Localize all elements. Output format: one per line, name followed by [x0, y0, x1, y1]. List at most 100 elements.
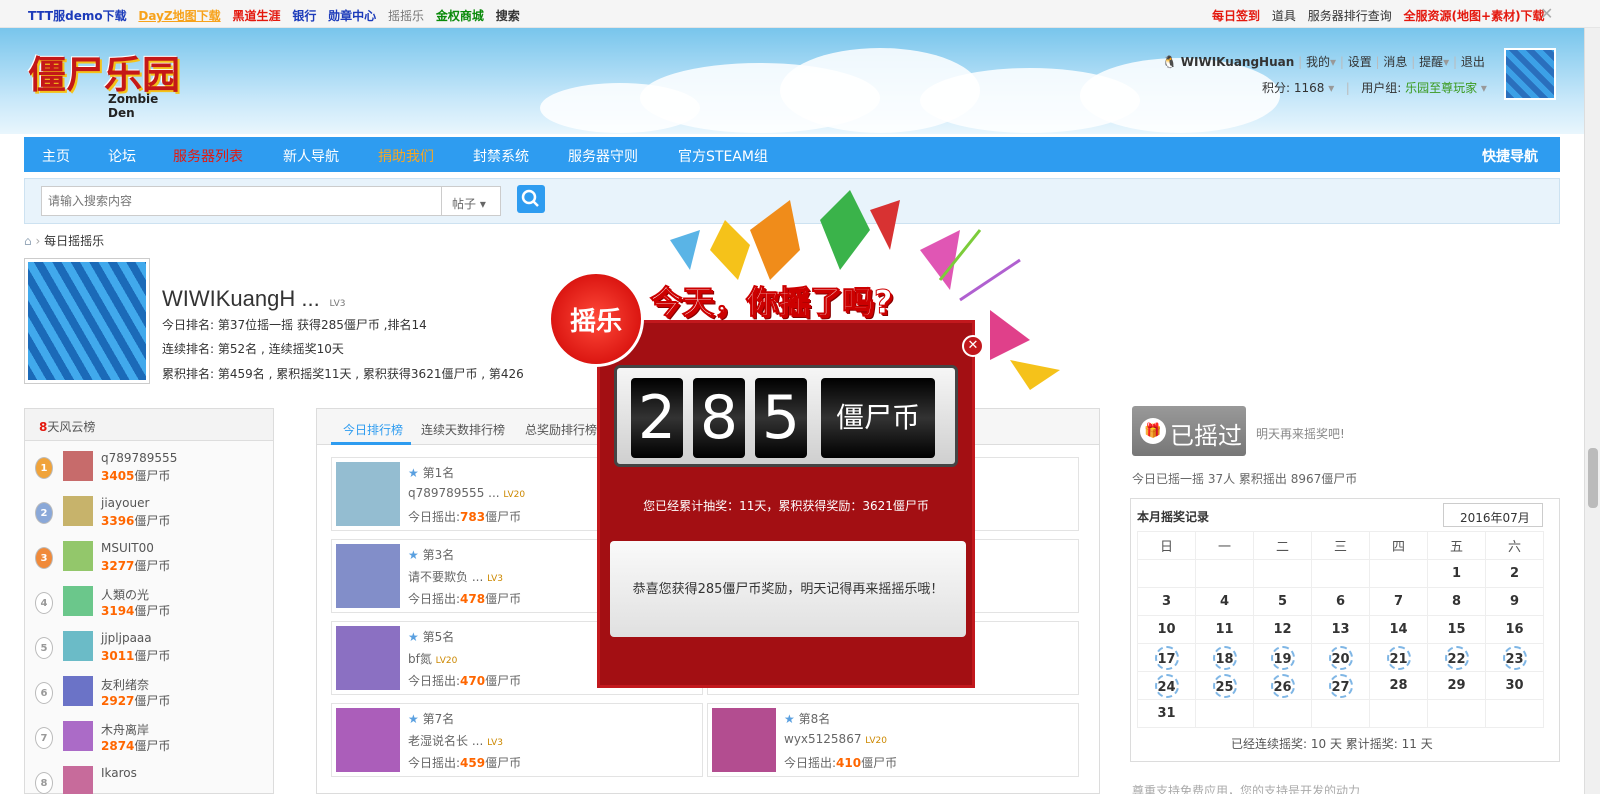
nav-home[interactable]: 主页 — [42, 146, 70, 166]
avatar[interactable] — [63, 631, 93, 661]
rank-card[interactable]: ★ 第8名 wyx5125867 LV20 今日摇出:410僵尸币 — [707, 703, 1079, 777]
card-avatar[interactable] — [712, 708, 776, 772]
link-resources[interactable]: 全服资源(地图+素材)下载 — [1404, 9, 1545, 23]
calendar-day[interactable]: 12 — [1253, 615, 1312, 644]
link-reminders[interactable]: 提醒 — [1419, 55, 1443, 69]
link-my[interactable]: 我的 — [1306, 55, 1330, 69]
scrollbar[interactable] — [1584, 28, 1600, 794]
nav-ban[interactable]: 封禁系统 — [473, 146, 529, 166]
site-logo[interactable]: 僵尸乐园 Zombie Den — [28, 44, 188, 124]
avatar[interactable] — [63, 721, 93, 751]
rank-card[interactable]: ★ 第7名 老湿说名长 ... LV3 今日摇出:459僵尸币 — [331, 703, 703, 777]
leaderboard-item[interactable]: 8 Ikaros — [35, 764, 265, 794]
leaderboard-name[interactable]: jiayouer — [101, 496, 149, 510]
calendar-day[interactable]: 1 — [1427, 559, 1486, 588]
leaderboard-name[interactable]: Ikaros — [101, 766, 137, 780]
calendar-day[interactable]: 3 — [1137, 587, 1196, 616]
scrollbar-thumb[interactable] — [1588, 448, 1598, 508]
close-icon[interactable]: ✕ — [1540, 4, 1553, 23]
calendar-day[interactable]: 20 — [1311, 643, 1370, 672]
link-logout[interactable]: 退出 — [1461, 55, 1485, 69]
leaderboard-name[interactable]: 木舟离岸 — [101, 721, 149, 738]
nav-rules[interactable]: 服务器守则 — [568, 146, 638, 166]
link-settings[interactable]: 设置 — [1348, 55, 1372, 69]
search-type-select[interactable]: 帖子 ▾ — [441, 186, 501, 216]
tab-continuous[interactable]: 连续天数排行榜 — [421, 421, 505, 438]
card-name[interactable]: bf氮 — [408, 652, 432, 666]
calendar-month[interactable]: 2016年07月 — [1443, 503, 1543, 527]
leaderboard-item[interactable]: 2 jiayouer 3396僵尸币 — [35, 494, 265, 534]
calendar-day[interactable]: 10 — [1137, 615, 1196, 644]
card-avatar[interactable] — [336, 626, 400, 690]
card-name[interactable]: 老湿说名长 ... — [408, 734, 483, 748]
calendar-day[interactable]: 14 — [1369, 615, 1428, 644]
calendar-day[interactable]: 8 — [1427, 587, 1486, 616]
card-name[interactable]: 请不要欺负 ... — [408, 570, 483, 584]
nav-quick[interactable]: 快捷导航 — [1482, 146, 1538, 166]
calendar-day[interactable]: 29 — [1427, 671, 1486, 700]
avatar[interactable] — [63, 451, 93, 481]
nav-steam[interactable]: 官方STEAM组 — [678, 146, 768, 166]
leaderboard-item[interactable]: 5 jjpljpaaa 3011僵尸币 — [35, 629, 265, 669]
calendar-day[interactable]: 9 — [1485, 587, 1544, 616]
leaderboard-item[interactable]: 3 MSUIT00 3277僵尸币 — [35, 539, 265, 579]
profile-avatar[interactable] — [24, 258, 150, 384]
link-dayz[interactable]: DayZ地图下载 — [138, 9, 220, 23]
avatar[interactable] — [63, 676, 93, 706]
calendar-day[interactable]: 23 — [1485, 643, 1544, 672]
card-name[interactable]: wyx5125867 — [784, 732, 861, 746]
user-group[interactable]: 乐园至尊玩家 — [1405, 81, 1477, 95]
calendar-day[interactable]: 13 — [1311, 615, 1370, 644]
avatar[interactable] — [63, 496, 93, 526]
avatar[interactable] — [63, 766, 93, 794]
calendar-day[interactable]: 16 — [1485, 615, 1544, 644]
calendar-day[interactable]: 24 — [1137, 671, 1196, 700]
leaderboard-item[interactable]: 1 q789789555 3405僵尸币 — [35, 449, 265, 489]
close-dialog-icon[interactable]: ✕ — [962, 335, 984, 357]
leaderboard-item[interactable]: 7 木舟离岸 2874僵尸币 — [35, 719, 265, 759]
card-avatar[interactable] — [336, 462, 400, 526]
link-bank[interactable]: 银行 — [292, 9, 316, 23]
calendar-day[interactable]: 31 — [1137, 699, 1196, 728]
calendar-day[interactable]: 25 — [1195, 671, 1254, 700]
nav-donate[interactable]: 捐助我们 — [378, 146, 434, 166]
calendar-day[interactable]: 30 — [1485, 671, 1544, 700]
link-ttt[interactable]: TTT服demo下载 — [28, 9, 127, 23]
leaderboard-name[interactable]: 人類の光 — [101, 586, 149, 603]
points[interactable]: 积分: 1168 — [1262, 81, 1324, 95]
leaderboard-item[interactable]: 6 友利绪奈 2927僵尸币 — [35, 674, 265, 714]
calendar-day[interactable]: 11 — [1195, 615, 1254, 644]
leaderboard-item[interactable]: 4 人類の光 3194僵尸币 — [35, 584, 265, 624]
calendar-day[interactable]: 4 — [1195, 587, 1254, 616]
link-shop[interactable]: 金权商城 — [436, 9, 484, 23]
link-items[interactable]: 道具 — [1272, 9, 1296, 23]
link-shake[interactable]: 摇摇乐 — [388, 9, 424, 23]
leaderboard-name[interactable]: MSUIT00 — [101, 541, 154, 555]
leaderboard-name[interactable]: q789789555 — [101, 451, 177, 465]
avatar[interactable] — [1504, 48, 1556, 100]
calendar-day[interactable]: 26 — [1253, 671, 1312, 700]
calendar-day[interactable]: 15 — [1427, 615, 1486, 644]
avatar[interactable] — [63, 586, 93, 616]
calendar-day[interactable]: 22 — [1427, 643, 1486, 672]
nav-servers[interactable]: 服务器列表 — [173, 146, 243, 166]
nav-forum[interactable]: 论坛 — [108, 146, 136, 166]
nav-newbie[interactable]: 新人导航 — [283, 146, 339, 166]
link-medal[interactable]: 勋章中心 — [328, 9, 376, 23]
search-input[interactable] — [41, 186, 443, 216]
card-avatar[interactable] — [336, 708, 400, 772]
link-checkin[interactable]: 每日签到 — [1212, 9, 1260, 23]
shaken-button[interactable]: 🎁 已摇过 — [1132, 406, 1246, 456]
card-name[interactable]: q789789555 ... — [408, 486, 500, 500]
calendar-day[interactable]: 27 — [1311, 671, 1370, 700]
avatar[interactable] — [63, 541, 93, 571]
calendar-day[interactable]: 6 — [1311, 587, 1370, 616]
tab-today[interactable]: 今日排行榜 — [343, 421, 403, 438]
calendar-day[interactable]: 19 — [1253, 643, 1312, 672]
calendar-day[interactable]: 28 — [1369, 671, 1428, 700]
link-search[interactable]: 搜索 — [496, 9, 520, 23]
calendar-day[interactable]: 5 — [1253, 587, 1312, 616]
link-heidao[interactable]: 黑道生涯 — [232, 9, 280, 23]
calendar-day[interactable]: 21 — [1369, 643, 1428, 672]
link-rank-query[interactable]: 服务器排行查询 — [1308, 9, 1392, 23]
